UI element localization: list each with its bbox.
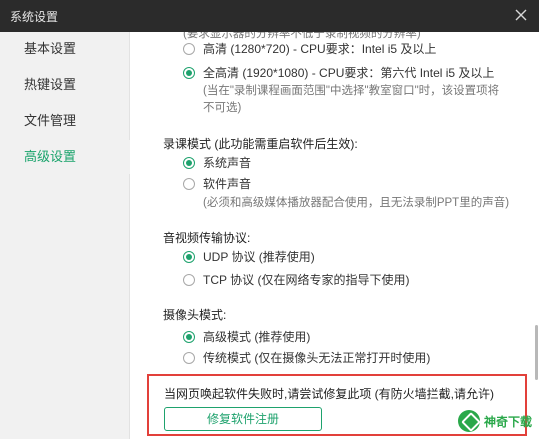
radio-camera-advanced[interactable]: 高级模式 (推荐使用)	[183, 328, 310, 345]
sidebar: 基本设置 热键设置 文件管理 高级设置	[0, 32, 130, 439]
radio-button[interactable]	[183, 177, 195, 190]
radio-button[interactable]	[183, 156, 195, 169]
radio-label: 高级模式 (推荐使用)	[203, 330, 311, 344]
watermark: 神奇下载	[458, 408, 536, 434]
camera-mode-title: 摄像头模式:	[163, 308, 227, 322]
resolution-note-line1: (当在"录制课程画面范围"中选择"教室窗口"时，该设置项将	[203, 85, 500, 97]
radio-resolution-hd[interactable]: 高清 (1280*720) - CPU要求：Intel i5 及以上	[183, 40, 436, 57]
radio-label: 高清 (1280*720) - CPU要求：Intel i5 及以上	[203, 42, 437, 56]
radio-button[interactable]	[183, 351, 195, 364]
close-icon[interactable]	[513, 7, 529, 23]
radio-software-sound[interactable]: 软件声音	[183, 175, 251, 192]
sidebar-item-advanced[interactable]: 高级设置	[0, 140, 130, 174]
radio-button[interactable]	[183, 66, 195, 79]
radio-button[interactable]	[183, 250, 195, 263]
radio-label: UDP 协议 (推荐使用)	[203, 250, 315, 264]
window-title: 系统设置	[10, 10, 59, 24]
av-protocol-title: 音视频传输协议:	[163, 231, 251, 245]
resolution-note-line2: 不可选)	[203, 102, 242, 114]
radio-button[interactable]	[183, 273, 195, 286]
sidebar-item-basic[interactable]: 基本设置	[0, 32, 130, 66]
title-bar: 系统设置	[0, 0, 539, 32]
radio-camera-legacy[interactable]: 传统模式 (仅在摄像头无法正常打开时使用)	[183, 349, 430, 366]
repair-description: 当网页唤起软件失败时,请尝试修复此项 (有防火墙拦截,请允许)	[164, 387, 494, 401]
watermark-logo-icon	[458, 410, 480, 432]
repair-software-registration-button[interactable]: 修复软件注册	[164, 407, 322, 431]
radio-resolution-fullhd[interactable]: 全高清 (1920*1080) - CPU要求：第六代 Intel i5 及以上	[183, 64, 494, 81]
radio-button[interactable]	[183, 42, 195, 55]
radio-button[interactable]	[183, 330, 195, 343]
radio-label: 全高清 (1920*1080) - CPU要求：第六代 Intel i5 及以上	[203, 66, 495, 80]
radio-tcp[interactable]: TCP 协议 (仅在网络专家的指导下使用)	[183, 271, 409, 288]
radio-system-sound[interactable]: 系统声音	[183, 154, 251, 171]
radio-label: TCP 协议 (仅在网络专家的指导下使用)	[203, 273, 410, 287]
scrollbar-thumb[interactable]	[535, 325, 538, 380]
radio-udp[interactable]: UDP 协议 (推荐使用)	[183, 248, 315, 265]
record-mode-note: (必须和高级媒体播放器配合使用，且无法录制PPT里的声音)	[203, 197, 510, 209]
radio-label: 传统模式 (仅在摄像头无法正常打开时使用)	[203, 351, 431, 365]
radio-label: 系统声音	[203, 156, 252, 170]
sidebar-item-hotkeys[interactable]: 热键设置	[0, 68, 130, 102]
watermark-text: 神奇下载	[484, 414, 533, 429]
radio-label: 软件声音	[203, 177, 252, 191]
record-mode-title: 录课模式 (此功能需重启软件后生效):	[163, 137, 358, 151]
sidebar-item-files[interactable]: 文件管理	[0, 104, 130, 138]
